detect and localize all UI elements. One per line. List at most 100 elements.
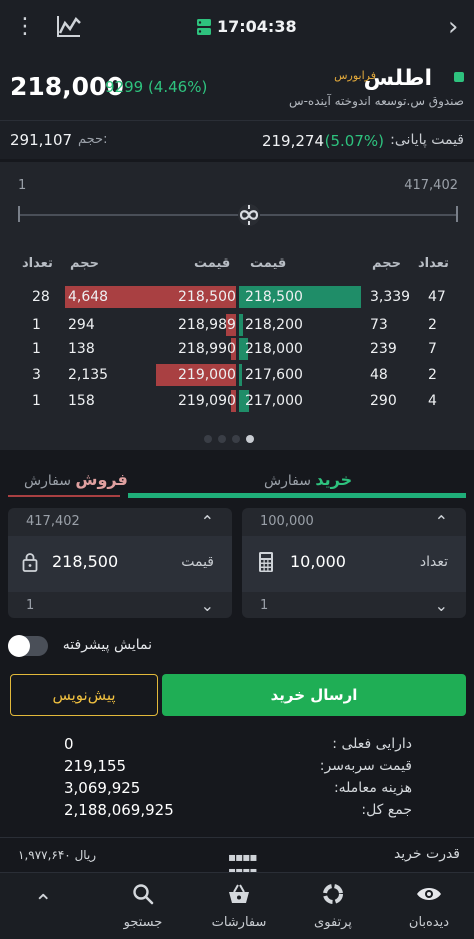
price-field[interactable]: 218,500 قیمت	[8, 536, 232, 592]
buy-depth-bar	[239, 364, 242, 386]
nav-portfolio-label: پرتفوی	[314, 915, 352, 930]
chevron-right-icon[interactable]: ›	[448, 12, 458, 42]
buy-count-header: تعداد	[418, 256, 449, 271]
slider-handle-icon[interactable]	[237, 203, 261, 227]
buy-volume: 73	[370, 317, 388, 333]
order-book-row[interactable]: 1 158 219,090 217,000 290 4	[0, 390, 474, 412]
pager-dot[interactable]	[232, 435, 240, 443]
stats-row: 291,107 حجم: قیمت پایانی: (5.07%) 219,27…	[0, 121, 474, 159]
quantity-value[interactable]: 10,000	[290, 552, 346, 571]
tab-buy-bold: خرید	[315, 470, 353, 489]
price-up-icon[interactable]: ⌃	[201, 512, 214, 531]
nav-orders-label: سفارشات	[211, 915, 267, 930]
qty-max-limit: 100,000	[260, 514, 314, 529]
tab-buy[interactable]: خرید سفارش	[264, 470, 352, 489]
current-asset-label: دارایی فعلی :	[332, 736, 412, 752]
market-badge: فرابورس	[334, 69, 376, 82]
submit-buy-button[interactable]: ارسال خرید	[162, 674, 466, 716]
nav-search-label: جستجو	[123, 915, 163, 930]
slider-tick-right	[456, 206, 458, 222]
qty-up-icon[interactable]: ⌃	[435, 512, 448, 531]
fee-value: 3,069,925	[64, 779, 141, 797]
price-down-icon[interactable]: ⌄	[201, 596, 214, 615]
chevron-up-icon[interactable]: ⌃	[34, 891, 52, 916]
price-change: 9299 (4.46%)	[105, 78, 208, 96]
sell-count: 1	[32, 317, 41, 333]
pager-dot[interactable]	[218, 435, 226, 443]
buying-power-label: قدرت خرید	[393, 846, 460, 862]
sell-count: 1	[32, 393, 41, 409]
total-label: جمع کل:	[361, 802, 412, 818]
sell-price[interactable]: 219,000	[178, 367, 236, 383]
final-price-value: 219,274	[261, 132, 324, 150]
nav-portfolio[interactable]: پرتفوی	[288, 883, 378, 930]
slider-tick-left	[18, 206, 20, 222]
buy-price[interactable]: 217,600	[245, 367, 303, 383]
buy-count: 47	[428, 289, 446, 305]
tab-sell[interactable]: فروش سفارش	[24, 470, 128, 489]
top-bar: ⋮ 17:04:38 ›	[0, 0, 474, 56]
advanced-toggle[interactable]	[8, 635, 48, 657]
buy-count: 2	[428, 317, 437, 333]
order-book-row[interactable]: 1 294 218,989 218,200 73 2	[0, 314, 474, 336]
price-value[interactable]: 218,500	[52, 552, 118, 571]
instrument-header: 218,000 9299 (4.46%) اطلس فرابورس صندوق …	[0, 56, 474, 120]
server-status-icon	[197, 19, 211, 35]
breakeven-value: 219,155	[64, 757, 127, 775]
buy-price[interactable]: 218,200	[245, 317, 303, 333]
sell-price[interactable]: 218,990	[178, 341, 236, 357]
order-book-row[interactable]: 3 2,135 219,000 217,600 48 2	[0, 364, 474, 386]
sell-volume: 4,648	[68, 289, 109, 305]
divider	[0, 837, 474, 838]
chart-icon[interactable]	[56, 14, 82, 38]
eye-icon	[417, 888, 441, 900]
order-book: 1 417,402 تعداد حجم قیمت قیمت حجم تعداد …	[0, 162, 474, 450]
quantity-input-box: 100,000 ⌃ 10,000 تعداد 1 ⌄	[242, 508, 466, 618]
quantity-field[interactable]: 10,000 تعداد	[242, 536, 466, 592]
lock-icon[interactable]	[22, 552, 38, 572]
advanced-label: نمایش پیشرفته	[62, 637, 152, 653]
pager-dot[interactable]	[204, 435, 212, 443]
bottom-nav: ⌃ جستجو سفارشات پرتفوی دیده‌بان	[0, 872, 474, 939]
more-menu-icon[interactable]: ⋮	[14, 14, 36, 39]
price-input-box: 417,402 ⌃ 218,500 قیمت 1 ⌄	[8, 508, 232, 618]
nav-search[interactable]: جستجو	[98, 883, 188, 930]
tab-sell-underline	[8, 495, 120, 497]
volume-value: 291,107	[10, 131, 73, 149]
buying-power-value: ۱,۹۷۷,۶۴۰ ریال	[18, 848, 97, 862]
pager-dot-active[interactable]	[246, 435, 254, 443]
buy-price[interactable]: 217,000	[245, 393, 303, 409]
search-icon	[133, 884, 154, 905]
order-book-row[interactable]: 1 138 218,990 218,000 239 7	[0, 338, 474, 360]
price-label: قیمت	[181, 554, 214, 570]
nav-orders[interactable]: سفارشات	[194, 883, 284, 930]
buy-count: 2	[428, 367, 437, 383]
buy-price[interactable]: 218,000	[245, 341, 303, 357]
buy-price[interactable]: 218,500	[245, 289, 303, 305]
price-max-limit: 417,402	[26, 514, 80, 529]
breakeven-label: قیمت سربه‌سر:	[319, 758, 412, 774]
buy-volume: 290	[370, 393, 397, 409]
range-min: 1	[18, 178, 27, 193]
buy-count: 7	[428, 341, 437, 357]
nav-watch-label: دیده‌بان	[408, 915, 450, 930]
sell-price[interactable]: 219,090	[178, 393, 236, 409]
sell-count: 1	[32, 341, 41, 357]
calculator-icon[interactable]	[258, 551, 274, 573]
preorder-button[interactable]: پیش‌نویس	[10, 674, 158, 716]
sell-price[interactable]: 218,989	[178, 317, 236, 333]
toggle-knob	[8, 635, 30, 657]
nav-watch[interactable]: دیده‌بان	[384, 883, 474, 930]
buy-volume: 3,339	[370, 289, 411, 305]
sell-volume: 158	[68, 393, 95, 409]
buy-volume: 239	[370, 341, 397, 357]
sell-price[interactable]: 218,500	[178, 289, 236, 305]
pager	[204, 428, 260, 447]
buy-volume-header: حجم	[372, 256, 401, 271]
range-max: 417,402	[404, 178, 458, 193]
sell-volume: 138	[68, 341, 95, 357]
qty-down-icon[interactable]: ⌄	[435, 596, 448, 615]
buy-volume: 48	[370, 367, 388, 383]
order-book-row[interactable]: 28 4,648 218,500 218,500 3,339 47	[0, 286, 474, 308]
instrument-fullname: صندوق س.توسعه اندوخته آینده-س	[288, 94, 464, 108]
